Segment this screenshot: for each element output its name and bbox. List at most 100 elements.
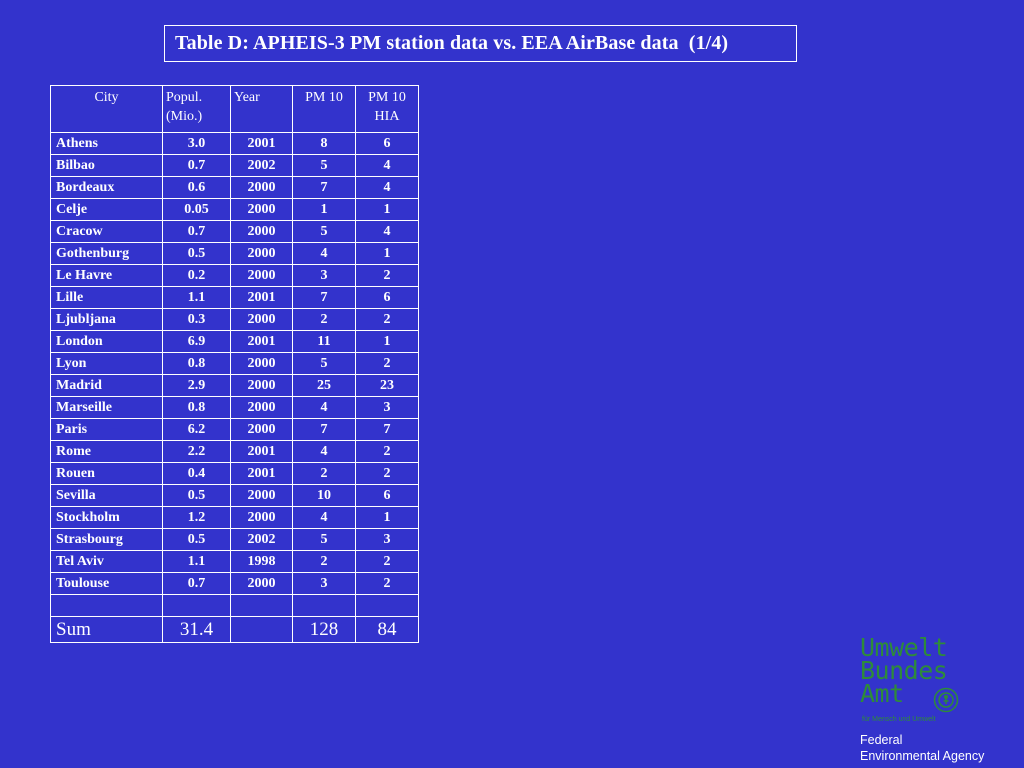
cell-pm10-hia: 2 bbox=[355, 308, 419, 331]
cell-population: 0.5 bbox=[162, 484, 231, 507]
header-pm10-hia-line1: PM 10 bbox=[368, 90, 406, 105]
cell-pm10-hia: 23 bbox=[355, 374, 419, 397]
cell-pm10: 8 bbox=[292, 132, 356, 155]
table-row: Le Havre 0.2 2000 3 2 bbox=[50, 264, 419, 287]
cell-population: 0.8 bbox=[162, 352, 231, 375]
cell-population: 0.6 bbox=[162, 176, 231, 199]
cell-pm10-hia: 7 bbox=[355, 418, 419, 441]
cell-population: 0.7 bbox=[162, 572, 231, 595]
cell-pm10-hia: 2 bbox=[355, 462, 419, 485]
table-row: Marseille 0.8 2000 4 3 bbox=[50, 396, 419, 419]
cell-city: Madrid bbox=[50, 374, 163, 397]
cell-pm10-hia: 2 bbox=[355, 572, 419, 595]
cell-pm10: 4 bbox=[292, 242, 356, 265]
cell-pm10: 4 bbox=[292, 396, 356, 419]
cell-population: 1.2 bbox=[162, 506, 231, 529]
cell-empty bbox=[355, 594, 419, 617]
cell-pm10: 3 bbox=[292, 264, 356, 287]
cell-population: 0.7 bbox=[162, 154, 231, 177]
cell-population: 0.3 bbox=[162, 308, 231, 331]
sum-pm10: 128 bbox=[292, 616, 356, 643]
header-pm10: PM 10 bbox=[292, 85, 356, 133]
cell-pm10: 25 bbox=[292, 374, 356, 397]
cell-pm10: 5 bbox=[292, 220, 356, 243]
cell-city: Marseille bbox=[50, 396, 163, 419]
table-row: Cracow 0.7 2000 5 4 bbox=[50, 220, 419, 243]
cell-city: Gothenburg bbox=[50, 242, 163, 265]
cell-city: Lyon bbox=[50, 352, 163, 375]
table-row: Gothenburg 0.5 2000 4 1 bbox=[50, 242, 419, 265]
cell-pm10: 7 bbox=[292, 418, 356, 441]
cell-population: 0.05 bbox=[162, 198, 231, 221]
cell-city: Sevilla bbox=[50, 484, 163, 507]
header-population-line2: (Mio.) bbox=[166, 109, 203, 124]
cell-city: Rome bbox=[50, 440, 163, 463]
cell-pm10-hia: 2 bbox=[355, 440, 419, 463]
cell-year: 2000 bbox=[230, 242, 293, 265]
cell-year: 2002 bbox=[230, 528, 293, 551]
cell-year: 2000 bbox=[230, 484, 293, 507]
cell-city: Celje bbox=[50, 198, 163, 221]
cell-city: Stockholm bbox=[50, 506, 163, 529]
cell-city: Bordeaux bbox=[50, 176, 163, 199]
cell-pm10-hia: 6 bbox=[355, 132, 419, 155]
agency-line-1: Federal bbox=[860, 733, 903, 747]
cell-pm10-hia: 1 bbox=[355, 330, 419, 353]
agency-line-2: Environmental Agency bbox=[860, 749, 985, 763]
slide-title-box: Table D: APHEIS-3 PM station data vs. EE… bbox=[164, 25, 797, 62]
cell-city: Paris bbox=[50, 418, 163, 441]
cell-year: 2000 bbox=[230, 220, 293, 243]
cell-empty bbox=[230, 594, 293, 617]
cell-year: 2000 bbox=[230, 374, 293, 397]
table-row-blank bbox=[50, 594, 419, 617]
table-row: Rouen 0.4 2001 2 2 bbox=[50, 462, 419, 485]
pm-station-table: City Popul. (Mio.) Year PM 10 PM 10 HIA … bbox=[50, 85, 419, 643]
cell-pm10-hia: 3 bbox=[355, 528, 419, 551]
cell-population: 0.2 bbox=[162, 264, 231, 287]
cell-pm10: 5 bbox=[292, 352, 356, 375]
cell-empty bbox=[50, 594, 163, 617]
sum-year bbox=[230, 616, 293, 643]
table-row: Celje 0.05 2000 1 1 bbox=[50, 198, 419, 221]
umweltbundesamt-logo: Umwelt Bundes Amt für Mensch und Umwelt bbox=[860, 635, 990, 726]
cell-population: 6.9 bbox=[162, 330, 231, 353]
cell-year: 2002 bbox=[230, 154, 293, 177]
slide-title: Table D: APHEIS-3 PM station data vs. EE… bbox=[175, 32, 729, 54]
cell-pm10: 7 bbox=[292, 176, 356, 199]
cell-year: 2000 bbox=[230, 352, 293, 375]
cell-year: 2000 bbox=[230, 572, 293, 595]
cell-city: Bilbao bbox=[50, 154, 163, 177]
cell-pm10-hia: 4 bbox=[355, 154, 419, 177]
cell-city: Lille bbox=[50, 286, 163, 309]
table-row: Bordeaux 0.6 2000 7 4 bbox=[50, 176, 419, 199]
cell-population: 2.2 bbox=[162, 440, 231, 463]
cell-population: 3.0 bbox=[162, 132, 231, 155]
header-year: Year bbox=[230, 85, 293, 133]
cell-year: 2001 bbox=[230, 440, 293, 463]
cell-pm10-hia: 1 bbox=[355, 506, 419, 529]
table-row: Toulouse 0.7 2000 3 2 bbox=[50, 572, 419, 595]
table-row: Lille 1.1 2001 7 6 bbox=[50, 286, 419, 309]
header-population-line1: Popul. bbox=[166, 90, 203, 105]
logo-line-amt: Amt bbox=[860, 679, 904, 708]
cell-city: Ljubljana bbox=[50, 308, 163, 331]
table-row: Stockholm 1.2 2000 4 1 bbox=[50, 506, 419, 529]
table-row: Tel Aviv 1.1 1998 2 2 bbox=[50, 550, 419, 573]
cell-city: Cracow bbox=[50, 220, 163, 243]
cell-year: 2000 bbox=[230, 396, 293, 419]
cell-year: 2001 bbox=[230, 330, 293, 353]
sum-population: 31.4 bbox=[162, 616, 231, 643]
cell-pm10-hia: 6 bbox=[355, 484, 419, 507]
cell-city: Athens bbox=[50, 132, 163, 155]
cell-pm10-hia: 1 bbox=[355, 198, 419, 221]
cell-year: 1998 bbox=[230, 550, 293, 573]
cell-pm10-hia: 2 bbox=[355, 352, 419, 375]
table-row: Athens 3.0 2001 8 6 bbox=[50, 132, 419, 155]
cell-pm10-hia: 4 bbox=[355, 220, 419, 243]
cell-city: Toulouse bbox=[50, 572, 163, 595]
cell-year: 2000 bbox=[230, 308, 293, 331]
table-row: Ljubljana 0.3 2000 2 2 bbox=[50, 308, 419, 331]
cell-population: 1.1 bbox=[162, 286, 231, 309]
cell-pm10-hia: 2 bbox=[355, 264, 419, 287]
cell-pm10: 7 bbox=[292, 286, 356, 309]
